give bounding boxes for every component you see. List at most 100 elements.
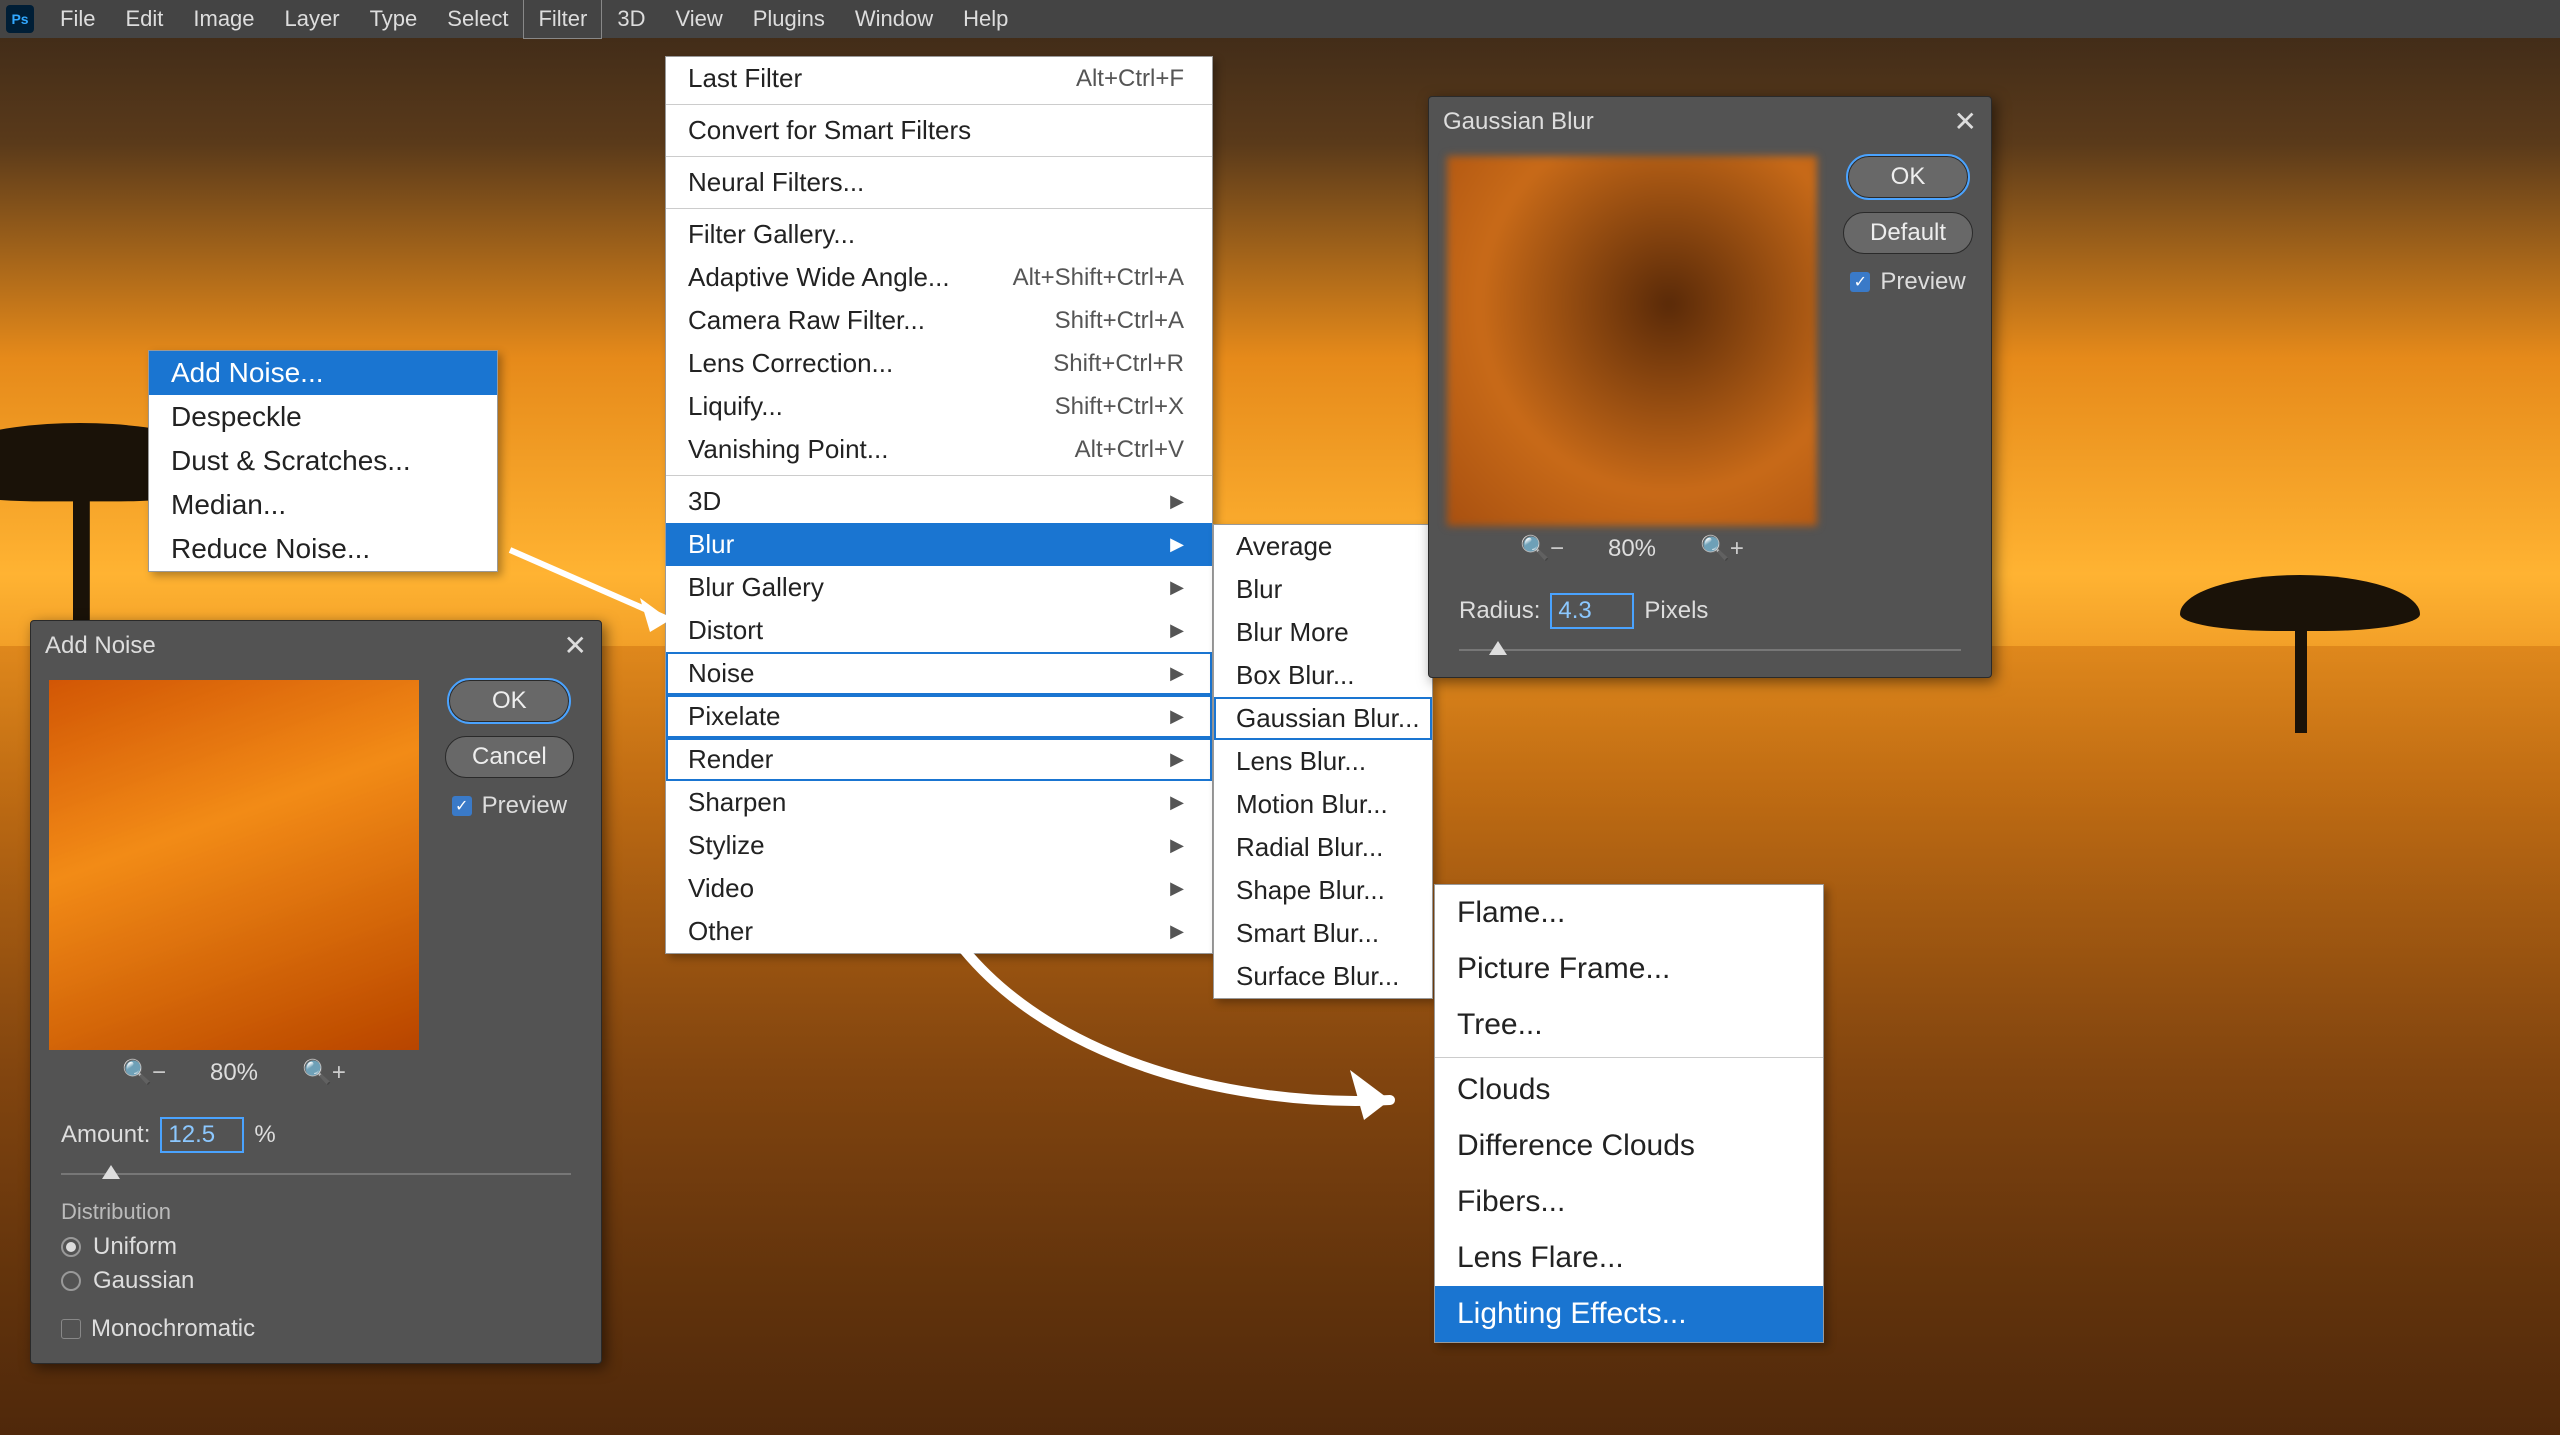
menu-filter[interactable]: Filter <box>524 0 601 38</box>
zoom-out-icon[interactable]: 🔍− <box>122 1058 166 1087</box>
blur-item-smart-blur[interactable]: Smart Blur... <box>1214 912 1432 955</box>
amount-label: Amount: <box>61 1121 150 1149</box>
filter-item-sharpen[interactable]: Sharpen▶ <box>666 781 1212 824</box>
filter-item-3d[interactable]: 3D▶ <box>666 480 1212 523</box>
monochromatic-checkbox[interactable]: Monochromatic <box>61 1315 601 1343</box>
preview-label: Preview <box>1880 268 1965 296</box>
preview-checkbox[interactable]: ✓ Preview <box>1850 268 1965 296</box>
menu-help[interactable]: Help <box>949 0 1022 38</box>
filter-item-blur[interactable]: Blur▶ <box>666 523 1212 566</box>
dialog-titlebar[interactable]: Add Noise ✕ <box>31 621 601 670</box>
submenu-arrow-icon: ▶ <box>1170 749 1184 770</box>
menu-select[interactable]: Select <box>433 0 522 38</box>
preview-thumbnail <box>1447 156 1817 526</box>
filter-item-filter-gallery[interactable]: Filter Gallery... <box>666 213 1212 256</box>
menu-layer[interactable]: Layer <box>271 0 354 38</box>
dialog-title: Gaussian Blur <box>1443 108 1594 136</box>
blur-submenu: Average Blur Blur More Box Blur... Gauss… <box>1213 524 1433 999</box>
filter-item-noise[interactable]: Noise▶ <box>666 652 1212 695</box>
submenu-arrow-icon: ▶ <box>1170 534 1184 555</box>
filter-item-pixelate[interactable]: Pixelate▶ <box>666 695 1212 738</box>
render-item-tree[interactable]: Tree... <box>1435 997 1823 1053</box>
amount-input[interactable] <box>162 1119 242 1151</box>
filter-item-other[interactable]: Other▶ <box>666 910 1212 953</box>
submenu-arrow-icon: ▶ <box>1170 921 1184 942</box>
menu-view[interactable]: View <box>661 0 736 38</box>
render-item-fibers[interactable]: Fibers... <box>1435 1174 1823 1230</box>
menu-file[interactable]: File <box>46 0 109 38</box>
app-menubar: Ps File Edit Image Layer Type Select Fil… <box>0 0 2560 38</box>
zoom-in-icon[interactable]: 🔍+ <box>302 1058 346 1087</box>
cancel-button[interactable]: Cancel <box>445 736 574 778</box>
blur-item-blur[interactable]: Blur <box>1214 568 1432 611</box>
menu-plugins[interactable]: Plugins <box>739 0 839 38</box>
zoom-in-icon[interactable]: 🔍+ <box>1700 534 1744 563</box>
filter-item-stylize[interactable]: Stylize▶ <box>666 824 1212 867</box>
filter-item-lens-correction[interactable]: Lens Correction...Shift+Ctrl+R <box>666 342 1212 385</box>
filter-item-blur-gallery[interactable]: Blur Gallery▶ <box>666 566 1212 609</box>
filter-item-last-filter[interactable]: Last Filter Alt+Ctrl+F <box>666 57 1212 100</box>
submenu-arrow-icon: ▶ <box>1170 792 1184 813</box>
menu-edit[interactable]: Edit <box>111 0 177 38</box>
zoom-level: 80% <box>210 1059 258 1087</box>
blur-item-blur-more[interactable]: Blur More <box>1214 611 1432 654</box>
menu-type[interactable]: Type <box>356 0 432 38</box>
menu-3d[interactable]: 3D <box>603 0 659 38</box>
close-icon[interactable]: ✕ <box>564 629 587 662</box>
background-tree <box>2180 575 2420 735</box>
filter-item-liquify[interactable]: Liquify...Shift+Ctrl+X <box>666 385 1212 428</box>
filter-item-render[interactable]: Render▶ <box>666 738 1212 781</box>
menu-window[interactable]: Window <box>841 0 947 38</box>
radius-slider[interactable] <box>1459 641 1961 659</box>
blur-item-motion-blur[interactable]: Motion Blur... <box>1214 783 1432 826</box>
dialog-title: Add Noise <box>45 632 156 660</box>
submenu-arrow-icon: ▶ <box>1170 663 1184 684</box>
dialog-titlebar[interactable]: Gaussian Blur ✕ <box>1429 97 1991 146</box>
filter-item-vanishing-point[interactable]: Vanishing Point...Alt+Ctrl+V <box>666 428 1212 471</box>
amount-slider[interactable] <box>61 1165 571 1183</box>
noise-item-add-noise[interactable]: Add Noise... <box>149 351 497 395</box>
menu-image[interactable]: Image <box>179 0 268 38</box>
monochromatic-label: Monochromatic <box>91 1315 255 1343</box>
uniform-radio[interactable]: Uniform <box>61 1233 601 1261</box>
blur-item-lens-blur[interactable]: Lens Blur... <box>1214 740 1432 783</box>
default-button[interactable]: Default <box>1843 212 1973 254</box>
close-icon[interactable]: ✕ <box>1954 105 1977 138</box>
blur-item-gaussian-blur[interactable]: Gaussian Blur... <box>1214 697 1432 740</box>
gaussian-radio[interactable]: Gaussian <box>61 1267 601 1295</box>
filter-item-distort[interactable]: Distort▶ <box>666 609 1212 652</box>
blur-item-box-blur[interactable]: Box Blur... <box>1214 654 1432 697</box>
noise-item-median[interactable]: Median... <box>149 483 497 527</box>
submenu-arrow-icon: ▶ <box>1170 620 1184 641</box>
filter-item-convert-smart[interactable]: Convert for Smart Filters <box>666 109 1212 152</box>
zoom-out-icon[interactable]: 🔍− <box>1520 534 1564 563</box>
render-item-lighting-effects[interactable]: Lighting Effects... <box>1435 1286 1823 1342</box>
render-item-picture-frame[interactable]: Picture Frame... <box>1435 941 1823 997</box>
render-submenu: Flame... Picture Frame... Tree... Clouds… <box>1434 884 1824 1343</box>
render-item-clouds[interactable]: Clouds <box>1435 1062 1823 1118</box>
blur-item-shape-blur[interactable]: Shape Blur... <box>1214 869 1432 912</box>
ok-button[interactable]: OK <box>449 680 569 722</box>
render-item-lens-flare[interactable]: Lens Flare... <box>1435 1230 1823 1286</box>
preview-checkbox[interactable]: ✓ Preview <box>452 792 567 820</box>
noise-item-despeckle[interactable]: Despeckle <box>149 395 497 439</box>
blur-item-surface-blur[interactable]: Surface Blur... <box>1214 955 1432 998</box>
noise-item-reduce-noise[interactable]: Reduce Noise... <box>149 527 497 571</box>
render-item-difference-clouds[interactable]: Difference Clouds <box>1435 1118 1823 1174</box>
submenu-arrow-icon: ▶ <box>1170 878 1184 899</box>
render-item-flame[interactable]: Flame... <box>1435 885 1823 941</box>
filter-item-adaptive-wide[interactable]: Adaptive Wide Angle...Alt+Shift+Ctrl+A <box>666 256 1212 299</box>
noise-item-dust-scratches[interactable]: Dust & Scratches... <box>149 439 497 483</box>
distribution-label: Distribution <box>61 1199 601 1225</box>
shortcut-label: Alt+Ctrl+F <box>1076 65 1184 93</box>
submenu-arrow-icon: ▶ <box>1170 491 1184 512</box>
zoom-level: 80% <box>1608 535 1656 563</box>
radius-input[interactable] <box>1552 595 1632 627</box>
ok-button[interactable]: OK <box>1848 156 1968 198</box>
filter-item-neural[interactable]: Neural Filters... <box>666 161 1212 204</box>
check-icon <box>61 1319 81 1339</box>
blur-item-average[interactable]: Average <box>1214 525 1432 568</box>
blur-item-radial-blur[interactable]: Radial Blur... <box>1214 826 1432 869</box>
filter-item-camera-raw[interactable]: Camera Raw Filter...Shift+Ctrl+A <box>666 299 1212 342</box>
filter-item-video[interactable]: Video▶ <box>666 867 1212 910</box>
